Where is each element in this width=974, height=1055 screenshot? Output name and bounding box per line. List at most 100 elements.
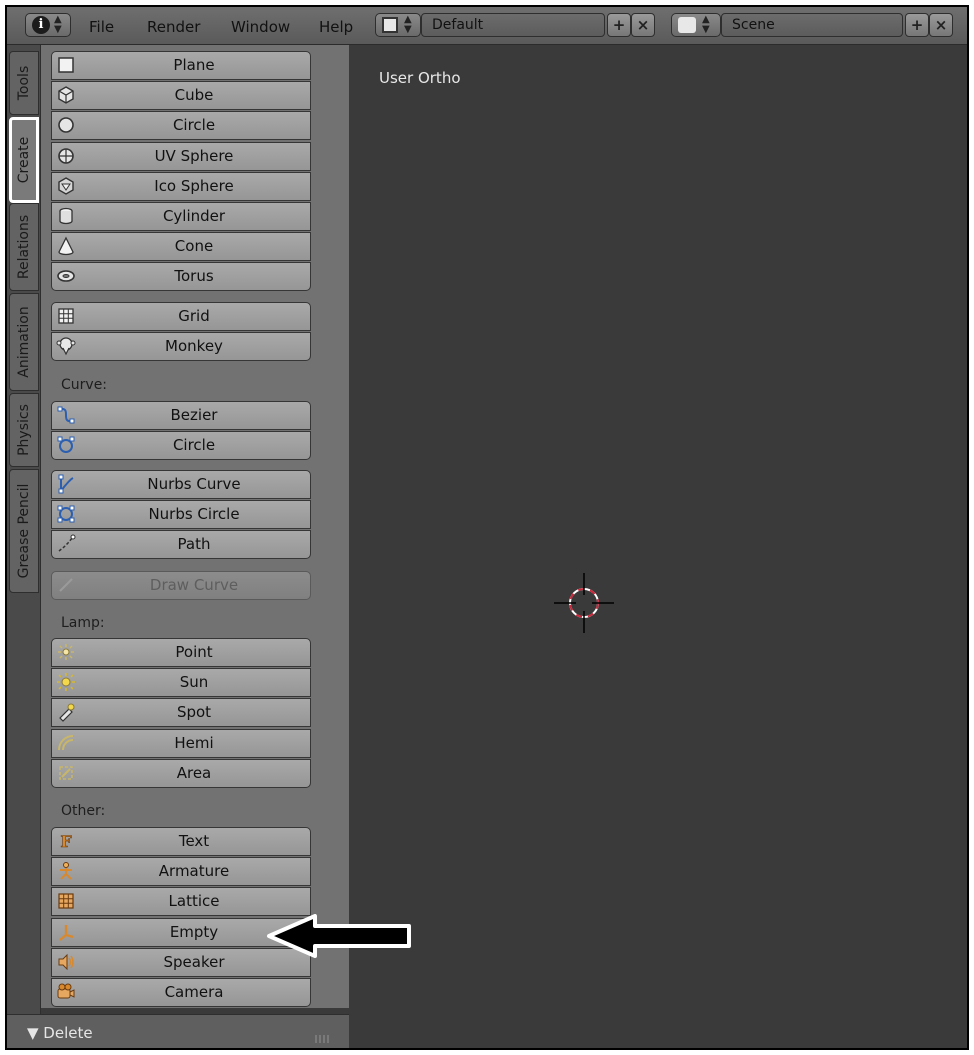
curve-nurbs-circle-button[interactable]: Nurbs Circle — [51, 500, 311, 529]
scene-selector[interactable]: ▲ ▼ — [671, 13, 721, 37]
delete-panel-header[interactable]: ▼ Delete — [7, 1014, 349, 1048]
nurbs-circle-icon — [57, 505, 75, 523]
sun-lamp-icon — [57, 673, 75, 691]
cube-icon — [58, 86, 74, 104]
lamp-sun-button[interactable]: Sun — [51, 668, 311, 697]
armature-label: Armature — [158, 862, 230, 880]
menu-window[interactable]: Window — [231, 7, 290, 45]
other-armature-button[interactable]: Armature — [51, 857, 311, 886]
spot-lamp-icon — [59, 703, 75, 722]
curve-nurbs-curve-button[interactable]: Nurbs Curve — [51, 470, 311, 499]
lattice-label: Lattice — [168, 892, 220, 910]
tab-animation-label: Animation — [16, 306, 32, 378]
tab-relations[interactable]: Relations — [9, 203, 39, 291]
mesh-plane-button[interactable]: Plane — [51, 51, 311, 80]
camera-icon — [57, 983, 75, 999]
tab-relations-label: Relations — [16, 214, 32, 280]
svg-text:F: F — [60, 832, 72, 851]
path-label: Path — [177, 535, 211, 553]
3d-cursor-icon — [554, 573, 614, 633]
text-label: Text — [178, 832, 210, 850]
curve-bezier-button[interactable]: Bezier — [51, 401, 311, 430]
tab-animation[interactable]: Animation — [9, 293, 39, 391]
mesh-grid-button[interactable]: Grid — [51, 302, 311, 331]
scene-name[interactable]: Scene — [721, 13, 903, 37]
sun-label: Sun — [179, 673, 209, 691]
other-camera-button[interactable]: Camera — [51, 978, 311, 1007]
screen-layout-selector[interactable]: ▲ ▼ — [375, 13, 421, 37]
tab-tools[interactable]: Tools — [9, 51, 39, 115]
speaker-icon — [58, 953, 74, 971]
grid-label: Grid — [178, 307, 210, 325]
curve-path-button[interactable]: Path — [51, 530, 311, 559]
mesh-cube-button[interactable]: Cube — [51, 81, 311, 110]
tab-create-label: Create — [16, 136, 32, 184]
point-lamp-icon — [58, 644, 74, 660]
lamp-point-button[interactable]: Point — [51, 638, 311, 667]
spot-label: Spot — [176, 703, 212, 721]
menu-file[interactable]: File — [89, 7, 114, 45]
ico-sphere-label: Ico Sphere — [154, 177, 234, 195]
remove-layout-icon[interactable]: × — [631, 13, 655, 37]
mesh-torus-button[interactable]: Torus — [51, 262, 311, 291]
lamp-area-button[interactable]: Area — [51, 759, 311, 788]
other-section-label: Other: — [61, 803, 106, 819]
lamp-spot-button[interactable]: Spot — [51, 698, 311, 727]
plane-icon — [58, 57, 74, 73]
area-label: Area — [176, 764, 212, 782]
monkey-icon — [56, 337, 76, 356]
mesh-circle-button[interactable]: Circle — [51, 111, 311, 140]
cylinder-icon — [59, 207, 73, 225]
mesh-uv-sphere-button[interactable]: UV Sphere — [51, 142, 311, 171]
3d-viewport[interactable]: User Ortho — [349, 45, 967, 1048]
mesh-ico-sphere-button[interactable]: Ico Sphere — [51, 172, 311, 201]
cylinder-label: Cylinder — [162, 207, 226, 225]
mesh-monkey-button[interactable]: Monkey — [51, 332, 311, 361]
monkey-label: Monkey — [165, 337, 223, 355]
tab-physics-label: Physics — [16, 404, 32, 456]
draw-curve-icon — [59, 578, 73, 592]
delete-panel-label: ▼ Delete — [27, 1024, 93, 1042]
add-scene-icon[interactable]: + — [905, 13, 929, 37]
torus-icon — [57, 270, 75, 282]
mesh-cone-button[interactable]: Cone — [51, 232, 311, 261]
circle-label: Circle — [172, 116, 216, 134]
grid-icon — [58, 308, 74, 324]
circle-label: Circle — [172, 436, 216, 454]
resize-grip-icon[interactable] — [315, 1035, 331, 1043]
path-icon — [58, 534, 76, 552]
torus-label: Torus — [174, 267, 214, 285]
bezier-label: Bezier — [170, 406, 218, 424]
curve-section-label: Curve: — [61, 377, 108, 393]
lamp-section-label: Lamp: — [61, 615, 105, 631]
screen-layout-name[interactable]: Default — [421, 13, 605, 37]
camera-label: Camera — [164, 983, 224, 1001]
curve-circle-button[interactable]: Circle — [51, 431, 311, 460]
mesh-cylinder-button[interactable]: Cylinder — [51, 202, 311, 231]
other-text-button[interactable]: F Text — [51, 827, 311, 856]
editor-type-button[interactable]: i ▲ ▼ — [25, 13, 71, 37]
tab-physics[interactable]: Physics — [9, 393, 39, 467]
area-lamp-icon — [59, 766, 73, 780]
add-layout-icon[interactable]: + — [607, 13, 631, 37]
menu-help[interactable]: Help — [319, 7, 353, 45]
nurbs-curve-label: Nurbs Curve — [147, 475, 241, 493]
menu-render[interactable]: Render — [147, 7, 200, 45]
updown-icon: ▲ ▼ — [702, 14, 710, 35]
nurbs-circle-label: Nurbs Circle — [148, 505, 240, 523]
tab-grease-pencil[interactable]: Grease Pencil — [9, 469, 39, 593]
remove-scene-icon[interactable]: × — [929, 13, 953, 37]
tab-create[interactable]: Create — [9, 117, 39, 203]
blender-window: i ▲ ▼ File Render Window Help ▲ ▼ Default … — [5, 5, 969, 1050]
plane-label: Plane — [173, 56, 215, 74]
lamp-hemi-button[interactable]: Hemi — [51, 729, 311, 758]
create-panel: Plane Cube Circle UV Sphere Ico Sphere Cylind… — [41, 45, 379, 1047]
updown-icon: ▲ ▼ — [54, 14, 62, 35]
ico-sphere-icon — [58, 177, 74, 195]
cube-label: Cube — [174, 86, 214, 104]
other-lattice-button[interactable]: Lattice — [51, 887, 311, 916]
cone-icon — [58, 236, 74, 256]
tab-tools-label: Tools — [16, 65, 32, 101]
header-bar: i ▲ ▼ File Render Window Help ▲ ▼ Default … — [7, 7, 967, 45]
draw-curve-button[interactable]: Draw Curve — [51, 571, 311, 600]
